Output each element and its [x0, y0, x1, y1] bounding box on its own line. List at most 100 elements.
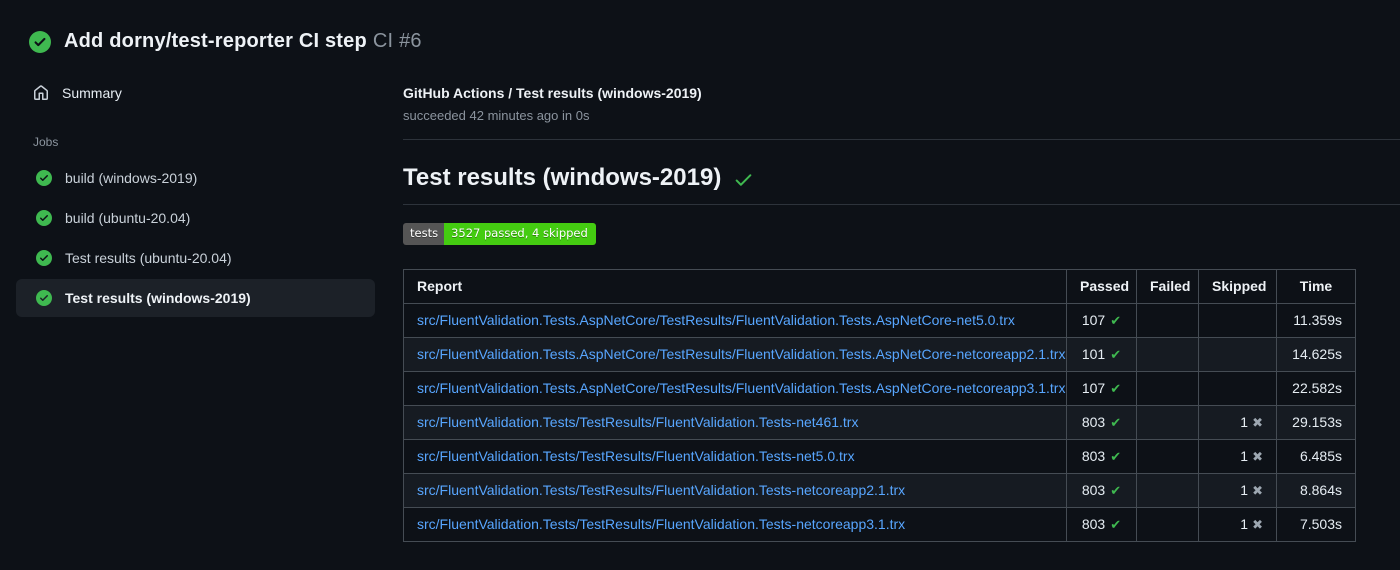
failed-cell — [1136, 336, 1199, 372]
passed-count: 107 — [1081, 379, 1106, 396]
job-label: build (ubuntu-20.04) — [65, 210, 191, 226]
table-row: src/FluentValidation.Tests/TestResults/F… — [403, 472, 1356, 508]
check-circle-icon — [36, 250, 52, 266]
skipped-count: 1 — [1240, 447, 1249, 464]
run-header: Add dorny/test-reporter CI step CI #6 — [0, 0, 1400, 53]
tests-badge-label: tests — [403, 223, 445, 245]
skipped-count: 1 — [1240, 481, 1249, 498]
report-cell: src/FluentValidation.Tests.AspNetCore/Te… — [403, 336, 1067, 372]
table-row: src/FluentValidation.Tests.AspNetCore/Te… — [403, 336, 1356, 372]
report-link[interactable]: src/FluentValidation.Tests.AspNetCore/Te… — [417, 346, 1065, 362]
check-circle-icon — [36, 290, 52, 306]
time-cell: 22.582s — [1276, 370, 1356, 406]
time-cell: 14.625s — [1276, 336, 1356, 372]
skipped-cell: 1 ✖ — [1198, 472, 1277, 508]
time-cell: 11.359s — [1276, 302, 1356, 338]
check-run-status-text: succeeded 42 minutes ago in 0s — [403, 108, 590, 123]
report-cell: src/FluentValidation.Tests.AspNetCore/Te… — [403, 370, 1067, 406]
x-icon: ✖ — [1252, 414, 1263, 430]
sidebar-job-item[interactable]: build (windows-2019) — [16, 159, 375, 197]
skipped-cell: 1 ✖ — [1198, 506, 1277, 542]
report-cell: src/FluentValidation.Tests.AspNetCore/Te… — [403, 302, 1067, 338]
sidebar-job-item[interactable]: Test results (windows-2019) — [16, 279, 375, 317]
skipped-cell: 1 ✖ — [1198, 404, 1277, 440]
workflow-run-title: Add dorny/test-reporter CI step CI #6 — [64, 30, 422, 53]
actions-run-page: Add dorny/test-reporter CI step CI #6 Sum… — [0, 0, 1400, 570]
main-content: GitHub Actions / Test results (windows-2… — [375, 77, 1400, 542]
page-title: Add dorny/test-reporter CI step — [64, 30, 367, 52]
success-check-icon — [733, 166, 754, 190]
column-header-report: Report — [403, 268, 1067, 304]
passed-count: 803 — [1081, 447, 1106, 464]
sidebar: Summary Jobs build (windows-2019) build … — [0, 77, 375, 319]
tests-badge-value: 3527 passed, 4 skipped — [444, 223, 596, 245]
failed-cell — [1136, 506, 1199, 542]
column-header-time: Time — [1276, 268, 1356, 304]
time-cell: 29.153s — [1276, 404, 1356, 440]
job-label: Test results (ubuntu-20.04) — [65, 250, 232, 266]
check-circle-icon — [36, 210, 52, 226]
check-icon: ✔ — [1110, 346, 1122, 362]
table-row: src/FluentValidation.Tests/TestResults/F… — [403, 506, 1356, 542]
report-link[interactable]: src/FluentValidation.Tests/TestResults/F… — [417, 414, 858, 430]
failed-cell — [1136, 438, 1199, 474]
tests-badge: tests 3527 passed, 4 skipped — [403, 223, 596, 245]
passed-count: 803 — [1081, 481, 1106, 498]
report-link[interactable]: src/FluentValidation.Tests.AspNetCore/Te… — [417, 380, 1065, 396]
failed-cell — [1136, 472, 1199, 508]
time-cell: 6.485s — [1276, 438, 1356, 474]
report-link[interactable]: src/FluentValidation.Tests/TestResults/F… — [417, 516, 905, 532]
divider — [403, 139, 1400, 140]
table-row: src/FluentValidation.Tests.AspNetCore/Te… — [403, 302, 1356, 338]
passed-count: 101 — [1081, 345, 1106, 362]
x-icon: ✖ — [1252, 482, 1263, 498]
skipped-cell — [1198, 370, 1277, 406]
x-icon: ✖ — [1252, 516, 1263, 532]
table-row: src/FluentValidation.Tests.AspNetCore/Te… — [403, 370, 1356, 406]
failed-cell — [1136, 370, 1199, 406]
section-title-text: Test results (windows-2019) — [403, 164, 722, 191]
passed-cell: 107 ✔ — [1066, 370, 1137, 406]
failed-cell — [1136, 302, 1199, 338]
check-icon: ✔ — [1110, 482, 1122, 498]
report-cell: src/FluentValidation.Tests/TestResults/F… — [403, 472, 1067, 508]
check-icon: ✔ — [1110, 414, 1122, 430]
passed-count: 803 — [1081, 515, 1106, 532]
report-cell: src/FluentValidation.Tests/TestResults/F… — [403, 404, 1067, 440]
home-icon — [33, 85, 49, 101]
skipped-cell — [1198, 302, 1277, 338]
sidebar-job-item[interactable]: build (ubuntu-20.04) — [16, 199, 375, 237]
failed-cell — [1136, 404, 1199, 440]
sidebar-item-summary[interactable]: Summary — [16, 77, 375, 109]
check-circle-icon — [36, 170, 52, 186]
run-number: CI #6 — [372, 30, 422, 52]
job-label: Test results (windows-2019) — [65, 290, 251, 306]
report-cell: src/FluentValidation.Tests/TestResults/F… — [403, 438, 1067, 474]
report-link[interactable]: src/FluentValidation.Tests/TestResults/F… — [417, 448, 855, 464]
skipped-cell — [1198, 336, 1277, 372]
passed-cell: 101 ✔ — [1066, 336, 1137, 372]
sidebar-job-item[interactable]: Test results (ubuntu-20.04) — [16, 239, 375, 277]
success-check-circle-icon — [29, 30, 51, 53]
table-header-row: Report Passed Failed Skipped Time — [403, 268, 1356, 304]
report-link[interactable]: src/FluentValidation.Tests/TestResults/F… — [417, 482, 905, 498]
x-icon: ✖ — [1252, 448, 1263, 464]
check-run-title: GitHub Actions / Test results (windows-2… — [403, 85, 702, 101]
report-cell: src/FluentValidation.Tests/TestResults/F… — [403, 506, 1067, 542]
table-row: src/FluentValidation.Tests/TestResults/F… — [403, 438, 1356, 474]
jobs-list: build (windows-2019) build (ubuntu-20.04… — [16, 159, 375, 317]
report-link[interactable]: src/FluentValidation.Tests.AspNetCore/Te… — [417, 312, 1015, 328]
passed-cell: 803 ✔ — [1066, 404, 1137, 440]
check-icon: ✔ — [1110, 312, 1122, 328]
passed-cell: 803 ✔ — [1066, 472, 1137, 508]
column-header-failed: Failed — [1136, 268, 1199, 304]
section-title: Test results (windows-2019) — [403, 164, 1400, 205]
time-cell: 8.864s — [1276, 472, 1356, 508]
check-icon: ✔ — [1110, 516, 1122, 532]
skipped-cell: 1 ✖ — [1198, 438, 1277, 474]
passed-cell: 803 ✔ — [1066, 506, 1137, 542]
time-cell: 7.503s — [1276, 506, 1356, 542]
job-label: build (windows-2019) — [65, 170, 198, 186]
check-icon: ✔ — [1110, 448, 1122, 464]
check-icon: ✔ — [1110, 380, 1122, 396]
